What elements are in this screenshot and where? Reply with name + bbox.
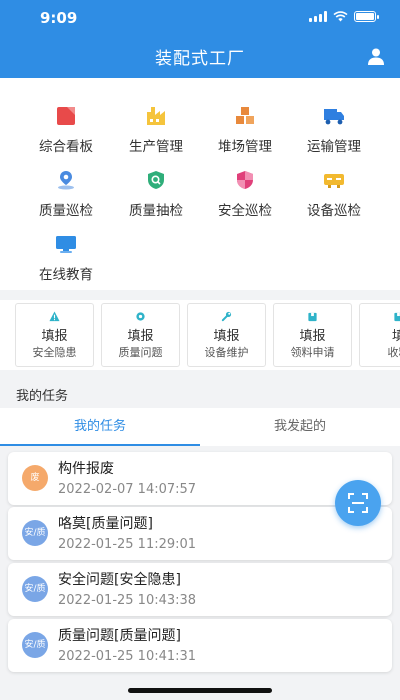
- menu-label: 安全巡检: [218, 203, 272, 219]
- signal-icon: [309, 11, 327, 22]
- task-type-badge: 废: [22, 465, 48, 491]
- device-icon: [324, 174, 344, 188]
- menu-label: 设备巡检: [307, 203, 361, 219]
- menu-item-yard[interactable]: 堆场管理: [203, 106, 287, 155]
- menu-label: 综合看板: [39, 139, 93, 155]
- menu-item-transport[interactable]: 运输管理: [292, 106, 376, 155]
- home-indicator: [128, 688, 272, 693]
- task-item[interactable]: 安/质 质量问题[质量问题] 2022-01-25 10:41:31: [8, 619, 392, 672]
- task-item[interactable]: 安/质 咯莫[质量问题] 2022-01-25 11:29:01: [8, 507, 392, 560]
- user-icon[interactable]: [366, 46, 386, 66]
- boxes-icon: [236, 107, 254, 124]
- task-time: 2022-01-25 10:43:38: [58, 593, 197, 608]
- menu-label: 在线教育: [39, 267, 93, 283]
- quick-line1: 填报: [299, 329, 326, 344]
- tab-initiated-by-me[interactable]: 我发起的: [200, 408, 400, 446]
- quick-report-material-request[interactable]: 填报 领料申请: [273, 303, 352, 367]
- menu-label: 堆场管理: [218, 139, 272, 155]
- shield-search-icon: [148, 171, 164, 189]
- warning-icon: [49, 311, 60, 322]
- menu-item-quality-patrol[interactable]: 质量巡检: [24, 170, 108, 219]
- quick-line2: 领料申请: [290, 346, 335, 359]
- location-pin-icon: [58, 171, 74, 190]
- quick-line1: 填报: [127, 329, 154, 344]
- menu-item-dashboard[interactable]: 综合看板: [24, 106, 108, 155]
- quick-report-safety-hazard[interactable]: 填报 安全隐患: [15, 303, 94, 367]
- tab-my-tasks[interactable]: 我的任务: [0, 408, 200, 446]
- box-icon: [308, 312, 317, 322]
- truck-icon: [324, 109, 344, 125]
- section-title: 我的任务: [16, 389, 69, 404]
- wrench-icon: [221, 311, 232, 322]
- factory-icon: [147, 107, 165, 125]
- menu-label: 质量抽检: [129, 203, 183, 219]
- menu-item-online-education[interactable]: 在线教育: [24, 234, 108, 283]
- quick-line2: 设备维护: [204, 346, 249, 359]
- menu-item-equipment-patrol[interactable]: 设备巡检: [292, 170, 376, 219]
- quick-line2: 质量问题: [118, 346, 163, 359]
- quick-actions: 填报 安全隐患 填报 质量问题 填报 设备维护 填报 领料申请 填 收料: [0, 300, 400, 370]
- monitor-icon: [56, 236, 76, 253]
- scan-icon: [348, 493, 368, 513]
- shield-check-icon: [237, 171, 253, 189]
- battery-icon: [354, 11, 379, 22]
- quick-report-equipment-maintenance[interactable]: 填报 设备维护: [187, 303, 266, 367]
- task-type-badge: 安/质: [22, 632, 48, 658]
- menu-label: 运输管理: [307, 139, 361, 155]
- menu-item-quality-sampling[interactable]: 质量抽检: [114, 170, 198, 219]
- task-title: 咯莫[质量问题]: [58, 516, 153, 532]
- menu-item-safety-patrol[interactable]: 安全巡检: [203, 170, 287, 219]
- function-menu: 综合看板 生产管理 堆场管理 运输管理 质量巡检 质量抽检 安全巡检 设备巡检 …: [0, 78, 400, 290]
- task-title: 安全问题[安全隐患]: [58, 572, 181, 588]
- task-type-badge: 安/质: [22, 576, 48, 602]
- task-item[interactable]: 安/质 安全问题[安全隐患] 2022-01-25 10:43:38: [8, 563, 392, 616]
- quick-line1: 填: [391, 329, 400, 344]
- wifi-icon: [333, 11, 348, 22]
- gear-icon: [136, 312, 145, 321]
- task-title: 质量问题[质量问题]: [58, 628, 181, 644]
- page-title: 装配式工厂: [155, 49, 245, 69]
- quick-line1: 填报: [213, 329, 240, 344]
- status-time: 9:09: [40, 9, 78, 27]
- dashboard-icon: [57, 107, 75, 125]
- task-type-badge: 安/质: [22, 520, 48, 546]
- quick-line1: 填报: [41, 329, 68, 344]
- task-time: 2022-01-25 10:41:31: [58, 649, 197, 664]
- quick-line2: 安全隐患: [32, 346, 77, 359]
- app-header: 9:09 装配式工厂: [0, 0, 400, 78]
- menu-item-production[interactable]: 生产管理: [114, 106, 198, 155]
- task-tabs: 我的任务 我发起的: [0, 408, 400, 446]
- box-icon: [394, 312, 400, 322]
- scan-button[interactable]: [335, 480, 381, 526]
- menu-label: 生产管理: [129, 139, 183, 155]
- menu-label: 质量巡检: [39, 203, 93, 219]
- task-time: 2022-02-07 14:07:57: [58, 482, 197, 497]
- quick-line2: 收料: [387, 346, 400, 359]
- task-title: 构件报废: [58, 461, 114, 477]
- task-time: 2022-01-25 11:29:01: [58, 537, 197, 552]
- quick-report-quality-issue[interactable]: 填报 质量问题: [101, 303, 180, 367]
- task-item[interactable]: 废 构件报废 2022-02-07 14:07:57: [8, 452, 392, 505]
- quick-report-material-receipt[interactable]: 填 收料: [359, 303, 400, 367]
- status-icons: [309, 11, 379, 22]
